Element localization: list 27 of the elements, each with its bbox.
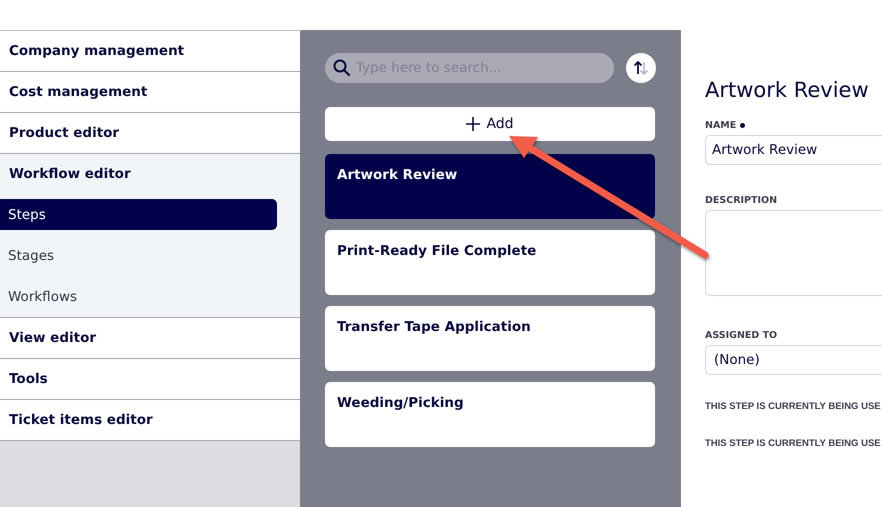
field-label: NAME (705, 120, 736, 131)
sidebar-item[interactable]: Steps (0, 199, 277, 230)
add-button[interactable]: Add (325, 107, 655, 141)
sidebar-section[interactable]: Company management (0, 31, 300, 71)
field-label: ASSIGNED TO (705, 330, 778, 341)
plus-icon (466, 117, 480, 131)
field-label: DESCRIPTION (705, 195, 778, 206)
detail-title: Artwork Review (705, 78, 870, 102)
step-card[interactable]: Weeding/Picking (325, 382, 655, 447)
info-text: THIS STEP IS CURRENTLY BEING USE (705, 401, 881, 412)
input-field[interactable]: Artwork Review (705, 135, 882, 165)
sidebar-item[interactable]: Stages (0, 235, 277, 276)
step-card[interactable]: Artwork Review (325, 154, 655, 219)
sidebar-section[interactable]: View editor (0, 318, 300, 358)
sidebar-section[interactable]: Cost management (0, 72, 300, 112)
sidebar-section[interactable]: Tools (0, 359, 300, 399)
sort-arrows-icon (632, 59, 650, 77)
select-field[interactable]: (None) (705, 345, 882, 375)
textarea-field[interactable] (705, 210, 882, 296)
sidebar-item[interactable]: Workflows (0, 276, 277, 317)
sidebar-section[interactable]: Product editor (0, 113, 300, 153)
step-card[interactable]: Transfer Tape Application (325, 306, 655, 371)
step-card[interactable]: Print-Ready File Complete (325, 230, 655, 295)
sort-button[interactable] (626, 53, 656, 83)
sidebar-section[interactable]: Ticket items editor (0, 400, 300, 440)
sidebar-section[interactable]: Workflow editor (0, 154, 300, 194)
info-text: THIS STEP IS CURRENTLY BEING USE (705, 438, 881, 449)
